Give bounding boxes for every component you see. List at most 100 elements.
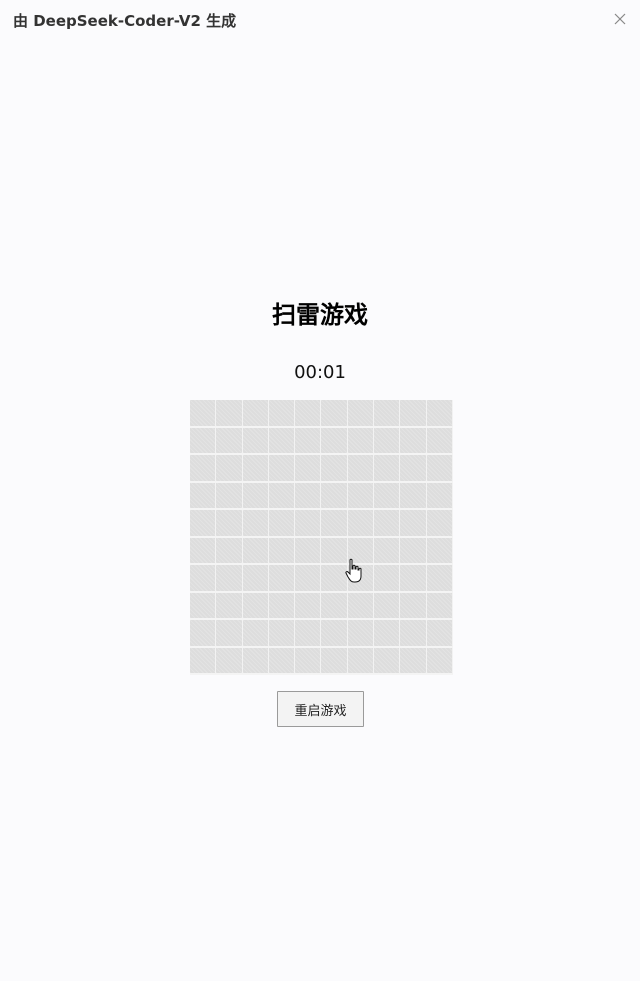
- board-cell[interactable]: [268, 647, 296, 675]
- board-cell[interactable]: [347, 565, 375, 593]
- board-cell[interactable]: [295, 647, 322, 675]
- board-cell[interactable]: [242, 400, 269, 428]
- board-cell[interactable]: [268, 400, 296, 428]
- board-cell[interactable]: [426, 510, 453, 538]
- board-cell[interactable]: [321, 592, 348, 620]
- board-cell[interactable]: [216, 482, 243, 510]
- board-cell[interactable]: [242, 620, 269, 648]
- board-cell[interactable]: [426, 565, 453, 593]
- board-cell[interactable]: [295, 510, 322, 538]
- board-cell[interactable]: [268, 592, 296, 620]
- board-cell[interactable]: [242, 427, 269, 455]
- board-cell[interactable]: [347, 620, 375, 648]
- board-cell[interactable]: [190, 400, 217, 428]
- board-cell[interactable]: [426, 537, 453, 565]
- board-cell[interactable]: [374, 427, 401, 455]
- board-cell[interactable]: [400, 537, 427, 565]
- board-cell[interactable]: [426, 592, 453, 620]
- board-cell[interactable]: [268, 620, 296, 648]
- board-cell[interactable]: [190, 647, 217, 675]
- board-cell[interactable]: [321, 482, 348, 510]
- board-cell[interactable]: [374, 620, 401, 648]
- board-cell[interactable]: [242, 537, 269, 565]
- board-cell[interactable]: [216, 592, 243, 620]
- board-cell[interactable]: [321, 565, 348, 593]
- board-cell[interactable]: [426, 455, 453, 483]
- board-cell[interactable]: [400, 592, 427, 620]
- board-cell[interactable]: [426, 427, 453, 455]
- board-cell[interactable]: [216, 647, 243, 675]
- board-cell[interactable]: [295, 482, 322, 510]
- board-cell[interactable]: [374, 455, 401, 483]
- board-cell[interactable]: [400, 482, 427, 510]
- board-cell[interactable]: [374, 647, 401, 675]
- board-cell[interactable]: [295, 427, 322, 455]
- board-cell[interactable]: [347, 482, 375, 510]
- board-cell[interactable]: [295, 592, 322, 620]
- board-cell[interactable]: [242, 455, 269, 483]
- board-cell[interactable]: [268, 565, 296, 593]
- board-cell[interactable]: [295, 455, 322, 483]
- board-cell[interactable]: [190, 565, 217, 593]
- board-cell[interactable]: [426, 400, 453, 428]
- board-cell[interactable]: [347, 537, 375, 565]
- board-cell[interactable]: [268, 427, 296, 455]
- board-cell[interactable]: [190, 592, 217, 620]
- board-cell[interactable]: [400, 647, 427, 675]
- board-cell[interactable]: [400, 510, 427, 538]
- board-cell[interactable]: [295, 565, 322, 593]
- board-cell[interactable]: [321, 455, 348, 483]
- board-cell[interactable]: [374, 400, 401, 428]
- board-cell[interactable]: [216, 510, 243, 538]
- close-button[interactable]: [612, 11, 628, 27]
- board-cell[interactable]: [216, 427, 243, 455]
- board-cell[interactable]: [400, 455, 427, 483]
- board-cell[interactable]: [374, 537, 401, 565]
- board-cell[interactable]: [268, 537, 296, 565]
- board-cell[interactable]: [400, 565, 427, 593]
- board-cell[interactable]: [347, 400, 375, 428]
- board-cell[interactable]: [321, 427, 348, 455]
- board-cell[interactable]: [190, 455, 217, 483]
- board-cell[interactable]: [242, 592, 269, 620]
- board-cell[interactable]: [321, 647, 348, 675]
- board-cell[interactable]: [242, 565, 269, 593]
- board-cell[interactable]: [242, 510, 269, 538]
- board-cell[interactable]: [374, 482, 401, 510]
- board-cell[interactable]: [426, 647, 453, 675]
- board-cell[interactable]: [216, 620, 243, 648]
- board-cell[interactable]: [190, 427, 217, 455]
- board-cell[interactable]: [321, 537, 348, 565]
- board-cell[interactable]: [190, 482, 217, 510]
- board-cell[interactable]: [190, 537, 217, 565]
- board-cell[interactable]: [347, 427, 375, 455]
- board-cell[interactable]: [374, 592, 401, 620]
- board-cell[interactable]: [347, 647, 375, 675]
- board-cell[interactable]: [321, 400, 348, 428]
- board-cell[interactable]: [374, 565, 401, 593]
- board-cell[interactable]: [295, 400, 322, 428]
- board-cell[interactable]: [374, 510, 401, 538]
- board-cell[interactable]: [400, 400, 427, 428]
- board-cell[interactable]: [347, 592, 375, 620]
- board-cell[interactable]: [268, 510, 296, 538]
- board-cell[interactable]: [242, 482, 269, 510]
- board-cell[interactable]: [242, 647, 269, 675]
- board-cell[interactable]: [400, 427, 427, 455]
- board-cell[interactable]: [190, 510, 217, 538]
- board-cell[interactable]: [216, 565, 243, 593]
- board-cell[interactable]: [295, 537, 322, 565]
- board-cell[interactable]: [190, 620, 217, 648]
- board-cell[interactable]: [426, 482, 453, 510]
- board-cell[interactable]: [216, 455, 243, 483]
- board-cell[interactable]: [268, 482, 296, 510]
- restart-button[interactable]: 重启游戏: [277, 691, 364, 727]
- board-cell[interactable]: [347, 455, 375, 483]
- board-cell[interactable]: [216, 400, 243, 428]
- board-cell[interactable]: [216, 537, 243, 565]
- board-cell[interactable]: [268, 455, 296, 483]
- board-cell[interactable]: [347, 510, 375, 538]
- board-cell[interactable]: [295, 620, 322, 648]
- board-cell[interactable]: [426, 620, 453, 648]
- board-cell[interactable]: [321, 510, 348, 538]
